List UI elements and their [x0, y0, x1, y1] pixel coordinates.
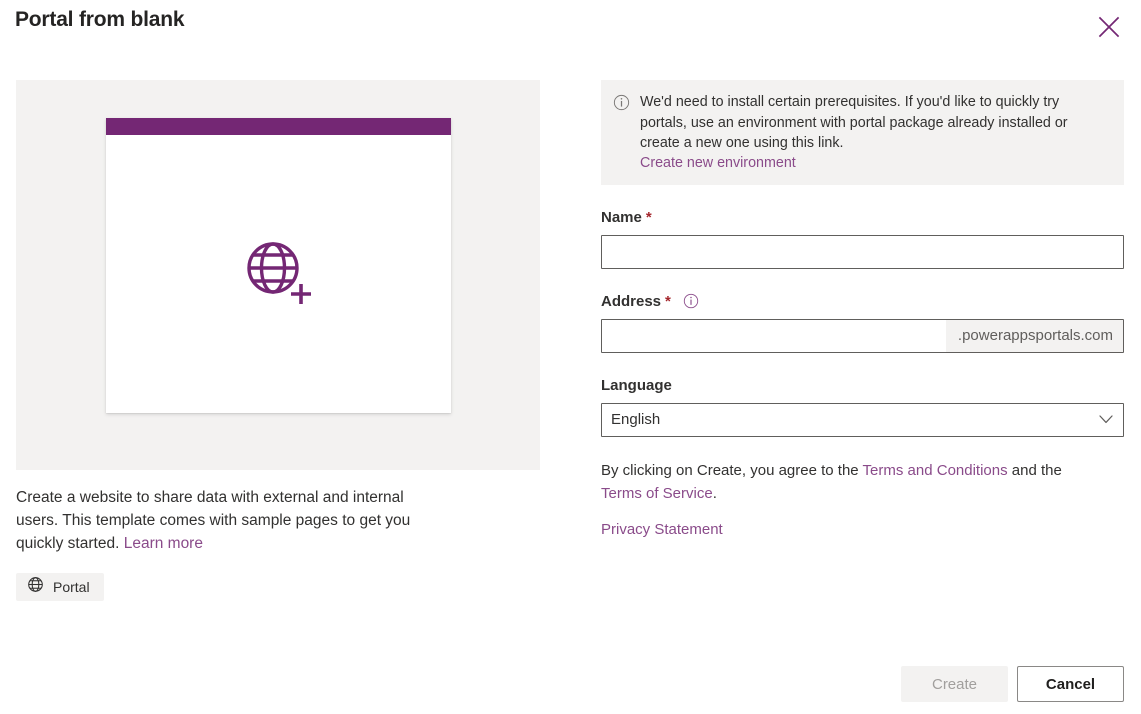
template-description: Create a website to share data with exte… [16, 486, 436, 555]
legal-prefix: By clicking on Create, you agree to the [601, 461, 863, 479]
portal-creation-form: We'd need to install certain prerequisit… [601, 80, 1124, 541]
terms-of-service-link[interactable]: Terms of Service [601, 485, 713, 502]
legal-middle: and the [1007, 461, 1062, 479]
preview-card-body [106, 135, 451, 413]
name-field-label: Name * [601, 209, 1124, 226]
name-input[interactable] [601, 234, 1124, 269]
name-field-block: Name * [601, 209, 1124, 269]
address-input-group: .powerappsportals.com [601, 318, 1124, 353]
address-suffix-label: .powerappsportals.com [945, 319, 1123, 352]
info-circle-icon [613, 94, 630, 116]
language-field-block: Language English [601, 377, 1124, 437]
legal-text: By clicking on Create, you agree to the … [601, 459, 1101, 541]
portal-tag: Portal [16, 573, 104, 601]
language-field-label: Language [601, 377, 1124, 394]
address-info-icon[interactable] [683, 293, 699, 309]
address-required-marker: * [665, 292, 671, 310]
template-preview-panel: Create a website to share data with exte… [16, 80, 540, 601]
address-field-block: Address * .powerappsportals.com [601, 293, 1124, 353]
info-banner: We'd need to install certain prerequisit… [601, 80, 1124, 185]
address-field-label: Address * [601, 293, 1124, 310]
page-title: Portal from blank [15, 8, 185, 31]
name-required-marker: * [645, 208, 652, 226]
globe-icon [27, 576, 44, 598]
portal-tag-label: Portal [53, 579, 90, 595]
info-banner-message: We'd need to install certain prerequisit… [640, 94, 1068, 151]
close-button[interactable] [1089, 8, 1129, 46]
language-label-text: Language [601, 376, 672, 394]
name-label-text: Name [601, 208, 642, 226]
address-label-text: Address [601, 292, 662, 310]
preview-card [106, 118, 451, 413]
template-description-text: Create a website to share data with exte… [16, 489, 411, 552]
learn-more-link[interactable]: Learn more [124, 535, 203, 552]
globe-add-icon [240, 235, 318, 313]
create-new-environment-link[interactable]: Create new environment [640, 155, 1110, 171]
preview-card-titlebar [106, 118, 451, 135]
create-button[interactable]: Create [901, 666, 1008, 702]
cancel-button[interactable]: Cancel [1017, 666, 1124, 702]
privacy-statement-link[interactable]: Privacy Statement [601, 518, 723, 541]
language-select-wrap: English [601, 402, 1124, 437]
terms-and-conditions-link[interactable]: Terms and Conditions [863, 462, 1008, 479]
close-icon [1098, 16, 1120, 38]
preview-surface [16, 80, 540, 470]
legal-suffix: . [712, 484, 717, 502]
language-select[interactable]: English [601, 402, 1124, 437]
address-input[interactable] [602, 319, 946, 352]
footer-actions: Create Cancel [901, 666, 1124, 702]
